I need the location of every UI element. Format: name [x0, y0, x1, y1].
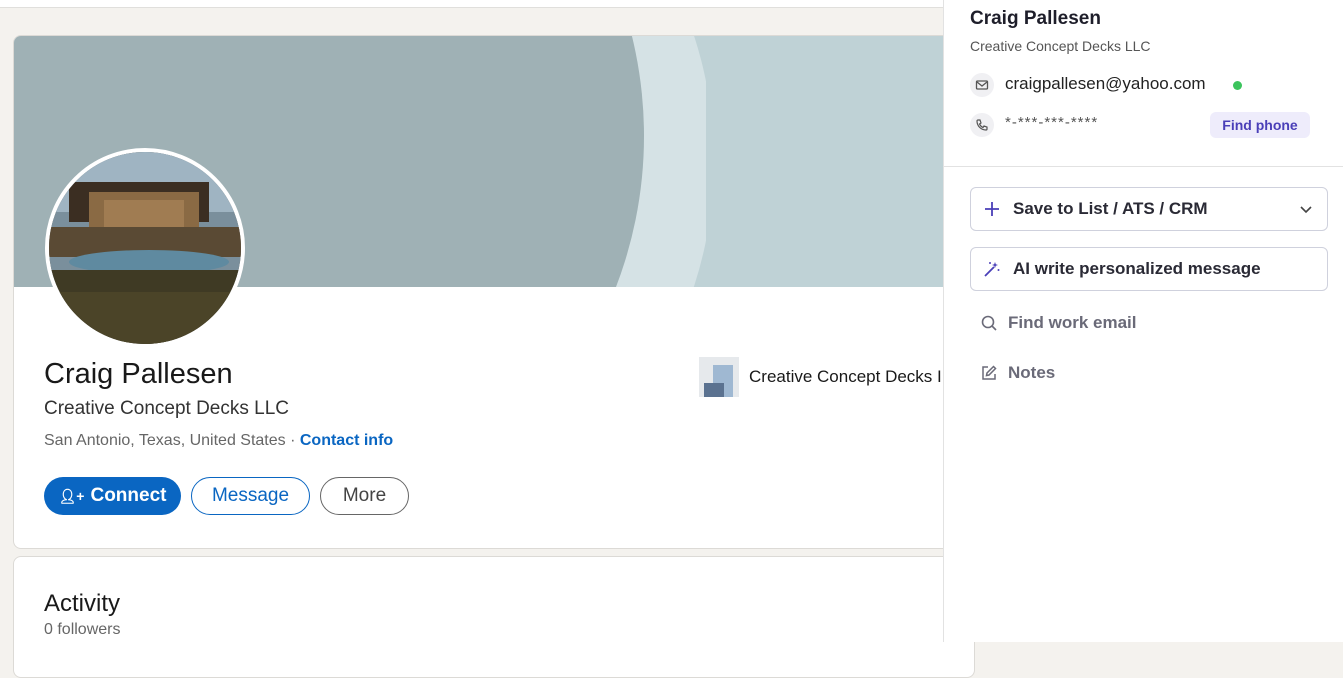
activity-followers: 0 followers — [44, 621, 121, 638]
divider — [944, 166, 1343, 167]
profile-avatar[interactable] — [45, 148, 245, 348]
mail-icon — [970, 73, 994, 97]
chevron-down-icon — [1299, 202, 1313, 216]
find-work-email-label: Find work email — [1008, 313, 1137, 332]
connect-button[interactable]: 👤︎+ Connect — [44, 477, 181, 515]
email-verified-dot — [1233, 81, 1242, 90]
profile-card: Craig Pallesen Creative Concept Decks LL… — [13, 35, 975, 549]
search-icon — [980, 314, 998, 332]
connect-label: Connect — [90, 485, 167, 506]
profile-name: Craig Pallesen — [44, 358, 233, 390]
save-to-list-label: Save to List / ATS / CRM — [1013, 199, 1208, 218]
more-button[interactable]: More — [320, 477, 409, 515]
activity-title: Activity — [44, 590, 121, 617]
ai-message-button[interactable]: AI write personalized message — [970, 247, 1328, 291]
contact-email[interactable]: craigpallesen@yahoo.com — [1005, 74, 1206, 94]
current-company[interactable]: Creative Concept Decks I — [699, 357, 942, 397]
contact-name: Craig Pallesen — [970, 8, 1101, 29]
ai-message-label: AI write personalized message — [1013, 259, 1261, 278]
find-work-email-button[interactable]: Find work email — [980, 313, 1136, 333]
profile-location-line: San Antonio, Texas, United States · Cont… — [44, 432, 393, 450]
contact-company: Creative Concept Decks LLC — [970, 38, 1151, 54]
phone-icon — [970, 113, 994, 137]
edit-icon — [980, 364, 998, 382]
top-nav-bar — [0, 0, 944, 8]
add-person-icon: 👤︎+ — [58, 487, 85, 504]
company-name: Creative Concept Decks I — [749, 367, 942, 386]
notes-button[interactable]: Notes — [980, 363, 1055, 383]
profile-location: San Antonio, Texas, United States · — [44, 432, 300, 449]
message-button[interactable]: Message — [191, 477, 310, 515]
contact-phone-masked: *-***-***-**** — [1005, 114, 1099, 131]
activity-card: Activity 0 followers — [13, 556, 975, 678]
extension-panel: Craig Pallesen Creative Concept Decks LL… — [943, 0, 1343, 642]
company-logo — [699, 357, 739, 397]
profile-headline: Creative Concept Decks LLC — [44, 398, 289, 419]
magic-wand-icon — [983, 260, 1001, 278]
banner-panel — [706, 36, 974, 287]
find-phone-button[interactable]: Find phone — [1210, 112, 1310, 138]
save-to-list-button[interactable]: Save to List / ATS / CRM — [970, 187, 1328, 231]
contact-info-link[interactable]: Contact info — [300, 432, 393, 449]
plus-icon — [983, 200, 1001, 218]
notes-label: Notes — [1008, 363, 1056, 382]
